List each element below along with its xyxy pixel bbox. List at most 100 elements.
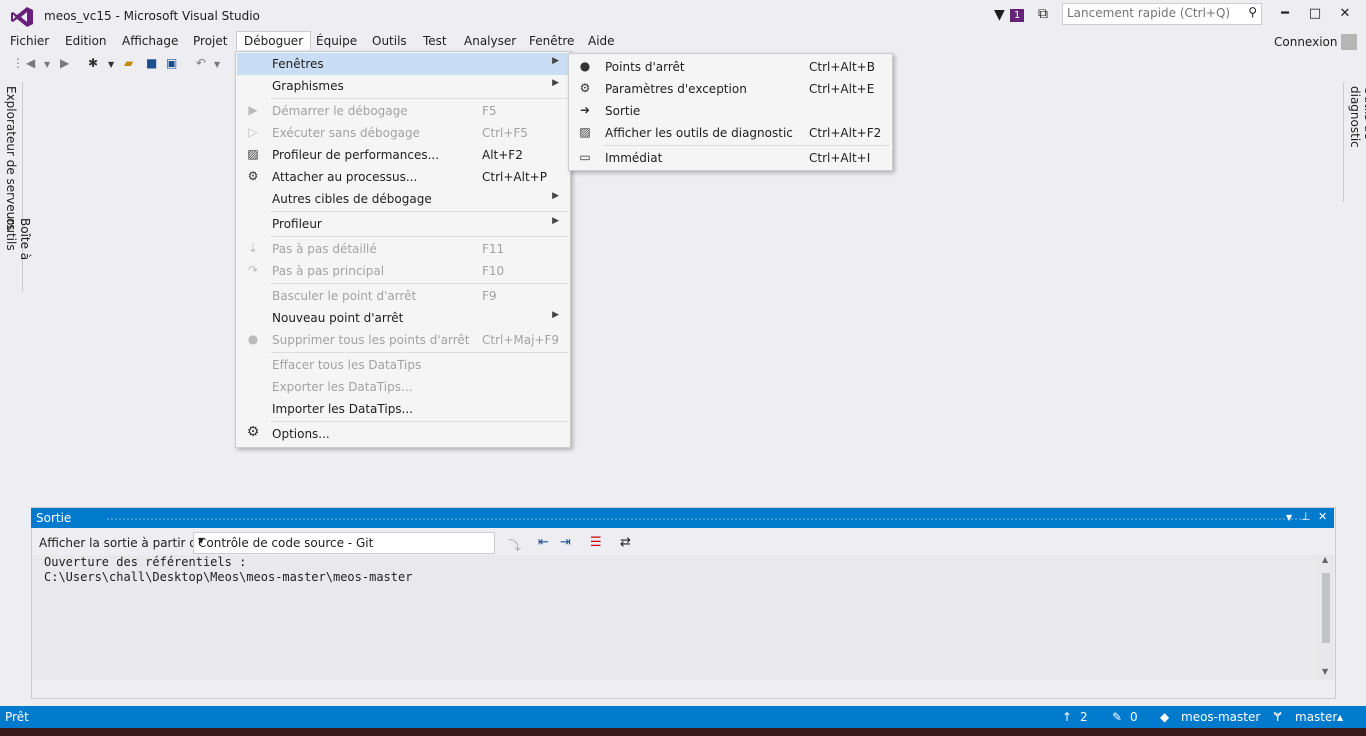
submenu-item-output[interactable]: ➜ Sortie xyxy=(570,100,891,122)
menu-separator xyxy=(271,236,568,237)
debug-menu-item-graphismes[interactable]: Graphismes ▶ xyxy=(237,75,569,97)
menu-fenetre[interactable]: Fenêtre xyxy=(522,32,581,50)
close-button[interactable]: ✕ xyxy=(1332,4,1358,24)
debug-menu-item-step-into[interactable]: ⇣ Pas à pas détaillé F11 xyxy=(237,238,569,260)
windows-submenu: ● Points d'arrêt Ctrl+Alt+B ⚙ Paramètres d'… xyxy=(568,53,893,171)
menu-separator xyxy=(604,145,890,146)
chevron-down-icon[interactable]: ▼ xyxy=(44,60,50,69)
tab-toolbox[interactable]: Boîte à outils xyxy=(4,218,32,292)
undo-icon[interactable]: ↶ xyxy=(196,56,206,70)
panel-menu-icon[interactable]: ▼ xyxy=(1286,513,1292,522)
output-source-select[interactable]: Contrôle de code source - Git ▼ xyxy=(193,532,495,554)
tab-server-explorer[interactable]: Explorateur de serveurs xyxy=(4,86,18,230)
step-into-icon: ⇣ xyxy=(247,241,259,255)
submenu-item-exception-settings[interactable]: ⚙ Paramètres d'exception Ctrl+Alt+E xyxy=(570,78,891,100)
toolbar-grip-icon: ⋮ xyxy=(12,56,24,70)
commits-count[interactable]: 2 xyxy=(1080,710,1088,724)
debug-menu-item-export-datatips[interactable]: Exporter les DataTips... xyxy=(237,376,569,398)
close-icon[interactable]: ✕ xyxy=(1318,510,1327,523)
menu-separator xyxy=(271,421,568,422)
debug-menu-item-run-without-debugging[interactable]: ▷ Exécuter sans débogage Ctrl+F5 xyxy=(237,122,569,144)
search-icon[interactable]: ⚲ xyxy=(1248,5,1257,19)
menu-fichier[interactable]: Fichier xyxy=(3,32,56,50)
submenu-arrow-icon: ▶ xyxy=(552,56,559,66)
output-panel-header[interactable]: Sortie ▼ ⊥ ✕ xyxy=(31,508,1334,528)
pending-changes-count[interactable]: 0 xyxy=(1130,710,1138,724)
debug-menu-item-clear-datatips[interactable]: Effacer tous les DataTips xyxy=(237,354,569,376)
menu-projet[interactable]: Projet xyxy=(186,32,234,50)
scroll-down-icon[interactable]: ▼ xyxy=(1322,667,1328,676)
debug-menu: Fenêtres ▶ Graphismes ▶ ▶ Démarrer le débog… xyxy=(235,51,571,448)
debug-menu-item-start-debugging[interactable]: ▶ Démarrer le débogage F5 xyxy=(237,100,569,122)
commits-up-icon[interactable]: ↑ xyxy=(1062,710,1072,724)
menu-edition[interactable]: Edition xyxy=(58,32,114,50)
submenu-item-immediate[interactable]: ▭ Immédiat Ctrl+Alt+I xyxy=(570,147,891,169)
debug-menu-item-toggle-breakpoint[interactable]: Basculer le point d'arrêt F9 xyxy=(237,285,569,307)
side-tabs-left: Explorateur de serveurs Boîte à outils xyxy=(0,82,32,292)
menu-outils[interactable]: Outils xyxy=(365,32,414,50)
debug-menu-item-attach-to-process[interactable]: ⚙ Attacher au processus... Ctrl+Alt+P xyxy=(237,166,569,188)
forward-icon[interactable]: ▶ xyxy=(60,56,69,70)
branch-icon[interactable]: Ɏ xyxy=(1274,710,1281,724)
chevron-down-icon[interactable]: ▼ xyxy=(108,60,114,69)
notification-badge[interactable]: 1 xyxy=(1010,9,1025,22)
save-all-icon[interactable]: ▣ xyxy=(166,56,177,70)
scroll-thumb[interactable] xyxy=(1322,573,1330,643)
menu-deboguer[interactable]: Déboguer xyxy=(236,31,312,50)
new-project-icon[interactable]: ✱ xyxy=(88,56,98,70)
repo-icon[interactable]: ◆ xyxy=(1160,710,1169,724)
output-text-area[interactable]: Ouverture des référentiels : C:\Users\ch… xyxy=(32,555,1318,680)
menu-test[interactable]: Test xyxy=(416,32,454,50)
submenu-item-diagnostic-tools[interactable]: ▨ Afficher les outils de diagnostic Ctrl+A… xyxy=(570,122,891,144)
menu-affichage[interactable]: Affichage xyxy=(115,32,185,50)
sign-in-link[interactable]: Connexion xyxy=(1274,35,1338,49)
debug-menu-item-options[interactable]: ⚙ Options... xyxy=(237,423,569,445)
submenu-arrow-icon: ▶ xyxy=(552,310,559,320)
chevron-down-icon[interactable]: ▼ xyxy=(214,60,220,69)
tab-diagnostic-tools[interactable]: Outils de diagnostic xyxy=(1348,86,1366,202)
debug-menu-item-performance-profiler[interactable]: ▨ Profileur de performances... Alt+F2 xyxy=(237,144,569,166)
debug-menu-item-delete-all-breakpoints[interactable]: ● Supprimer tous les points d'arrêt Ctrl+M… xyxy=(237,329,569,351)
back-icon[interactable]: ◀ xyxy=(26,56,35,70)
menu-analyser[interactable]: Analyser xyxy=(457,32,523,50)
debug-menu-item-new-breakpoint[interactable]: Nouveau point d'arrêt ▶ xyxy=(237,307,569,329)
word-wrap-icon[interactable]: ⇄ xyxy=(620,535,631,550)
filter-icon[interactable]: ▼ xyxy=(994,7,1005,23)
menu-equipe[interactable]: Équipe xyxy=(309,32,364,50)
open-folder-icon[interactable]: ▰ xyxy=(124,56,133,70)
branch-name[interactable]: master xyxy=(1295,710,1337,724)
quick-launch-input[interactable] xyxy=(1063,4,1247,22)
maximize-button[interactable]: □ xyxy=(1302,4,1328,24)
menu-aide[interactable]: Aide xyxy=(581,32,622,50)
previous-message-icon[interactable]: ⇤ xyxy=(538,535,549,550)
save-icon[interactable]: ■ xyxy=(146,56,157,70)
clear-all-icon[interactable]: ☰ xyxy=(590,535,602,550)
debug-menu-item-step-over[interactable]: ↷ Pas à pas principal F10 xyxy=(237,260,569,282)
avatar[interactable] xyxy=(1341,34,1357,50)
repository-name[interactable]: meos-master xyxy=(1181,710,1260,724)
debug-menu-item-other-targets[interactable]: Autres cibles de débogage ▶ xyxy=(237,188,569,210)
immediate-icon: ▭ xyxy=(579,150,591,164)
output-panel-title: Sortie xyxy=(36,511,72,525)
menu-separator xyxy=(271,283,568,284)
diagnostic-icon: ▨ xyxy=(579,125,591,139)
minimize-button[interactable]: ━ xyxy=(1272,4,1298,24)
scroll-up-icon[interactable]: ▲ xyxy=(1322,555,1328,564)
pencil-icon[interactable]: ✎ xyxy=(1112,710,1122,724)
pin-icon[interactable]: ⊥ xyxy=(1301,510,1311,523)
chevron-up-icon[interactable]: ▲ xyxy=(1337,713,1343,722)
debug-menu-item-import-datatips[interactable]: Importer les DataTips... xyxy=(237,398,569,420)
submenu-arrow-icon: ▶ xyxy=(552,191,559,201)
debug-menu-item-fenetres[interactable]: Fenêtres ▶ xyxy=(237,53,569,75)
play-icon: ▶ xyxy=(248,103,258,117)
quick-launch-box[interactable]: ⚲ xyxy=(1062,3,1262,25)
submenu-item-breakpoints[interactable]: ● Points d'arrêt Ctrl+Alt+B xyxy=(570,56,891,78)
feedback-icon[interactable]: ⧉ xyxy=(1038,6,1048,22)
output-icon: ➜ xyxy=(579,103,591,117)
debug-menu-item-profiler[interactable]: Profileur ▶ xyxy=(237,213,569,235)
step-over-icon: ↷ xyxy=(247,263,259,277)
find-message-icon[interactable]: ⤵ xyxy=(508,535,521,554)
status-text: Prêt xyxy=(5,710,29,724)
status-bar: Prêt ↑ 2 ✎ 0 ◆ meos-master Ɏ master ▲ xyxy=(0,706,1366,728)
next-message-icon[interactable]: ⇥ xyxy=(560,535,571,550)
